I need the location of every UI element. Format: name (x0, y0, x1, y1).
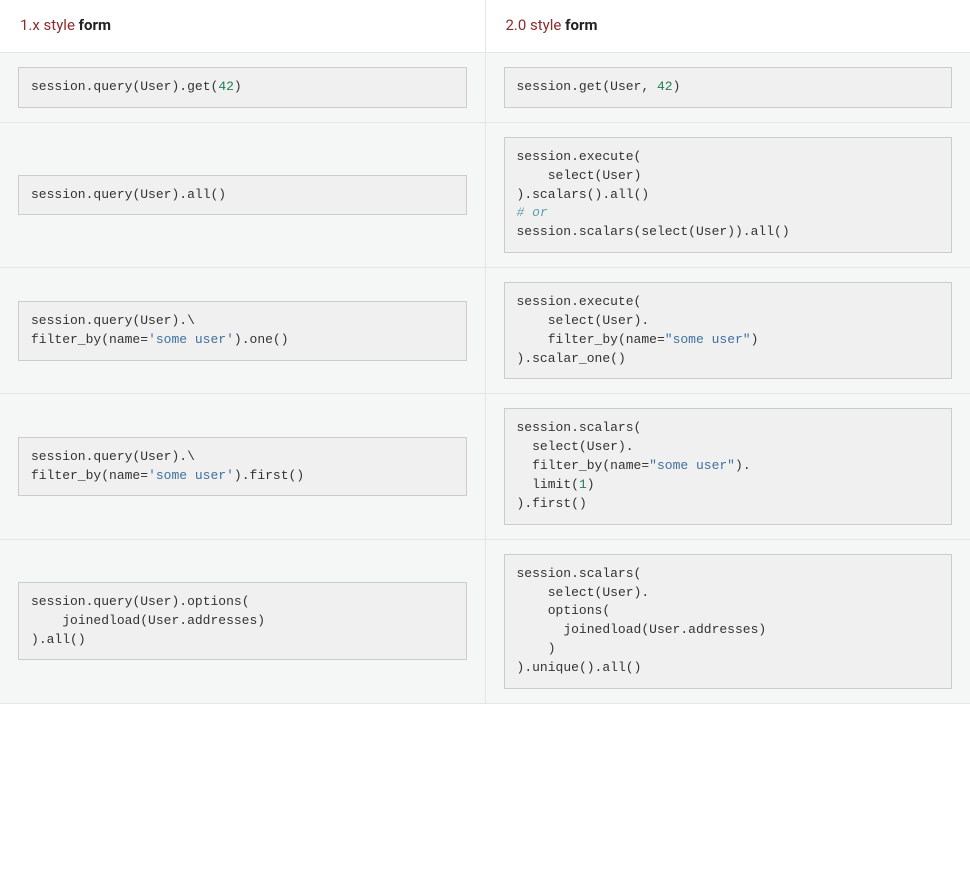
table-header-row: 1.x style form 2.0 style form (0, 0, 970, 53)
cell-2-0-style: session.execute( select(User). filter_by… (485, 268, 970, 394)
header-suffix: form (79, 16, 111, 34)
code-block-1x: session.query(User).\ filter_by(name='so… (18, 301, 467, 361)
header-prefix: 2.0 style (506, 16, 566, 34)
header-2-0-style: 2.0 style form (485, 0, 970, 53)
code-block-2-0: session.execute( select(User). filter_by… (504, 282, 953, 379)
table-body: session.query(User).get(42) session.get(U… (0, 53, 970, 704)
cell-1x-style: session.query(User).options( joinedload(… (0, 539, 485, 703)
table-row: session.query(User).\ filter_by(name='so… (0, 268, 970, 394)
code-block-1x: session.query(User).options( joinedload(… (18, 582, 467, 661)
code-block-1x: session.query(User).\ filter_by(name='so… (18, 437, 467, 497)
header-prefix: 1.x style (20, 16, 79, 34)
header-suffix: form (565, 16, 597, 34)
migration-comparison-table: 1.x style form 2.0 style form session.qu… (0, 0, 970, 704)
cell-1x-style: session.query(User).all() (0, 122, 485, 267)
cell-2-0-style: session.get(User, 42) (485, 53, 970, 123)
cell-2-0-style: session.execute( select(User) ).scalars(… (485, 122, 970, 267)
code-block-2-0: session.get(User, 42) (504, 67, 953, 108)
cell-2-0-style: session.scalars( select(User). options( … (485, 539, 970, 703)
code-block-2-0: session.scalars( select(User). filter_by… (504, 408, 953, 524)
cell-1x-style: session.query(User).\ filter_by(name='so… (0, 394, 485, 539)
table-row: session.query(User).options( joinedload(… (0, 539, 970, 703)
code-block-1x: session.query(User).get(42) (18, 67, 467, 108)
header-1x-style: 1.x style form (0, 0, 485, 53)
code-block-1x: session.query(User).all() (18, 175, 467, 216)
table-row: session.query(User).all() session.execute… (0, 122, 970, 267)
cell-1x-style: session.query(User).\ filter_by(name='so… (0, 268, 485, 394)
cell-1x-style: session.query(User).get(42) (0, 53, 485, 123)
code-block-2-0: session.scalars( select(User). options( … (504, 554, 953, 689)
cell-2-0-style: session.scalars( select(User). filter_by… (485, 394, 970, 539)
code-block-2-0: session.execute( select(User) ).scalars(… (504, 137, 953, 253)
table-row: session.query(User).get(42) session.get(U… (0, 53, 970, 123)
table-row: session.query(User).\ filter_by(name='so… (0, 394, 970, 539)
